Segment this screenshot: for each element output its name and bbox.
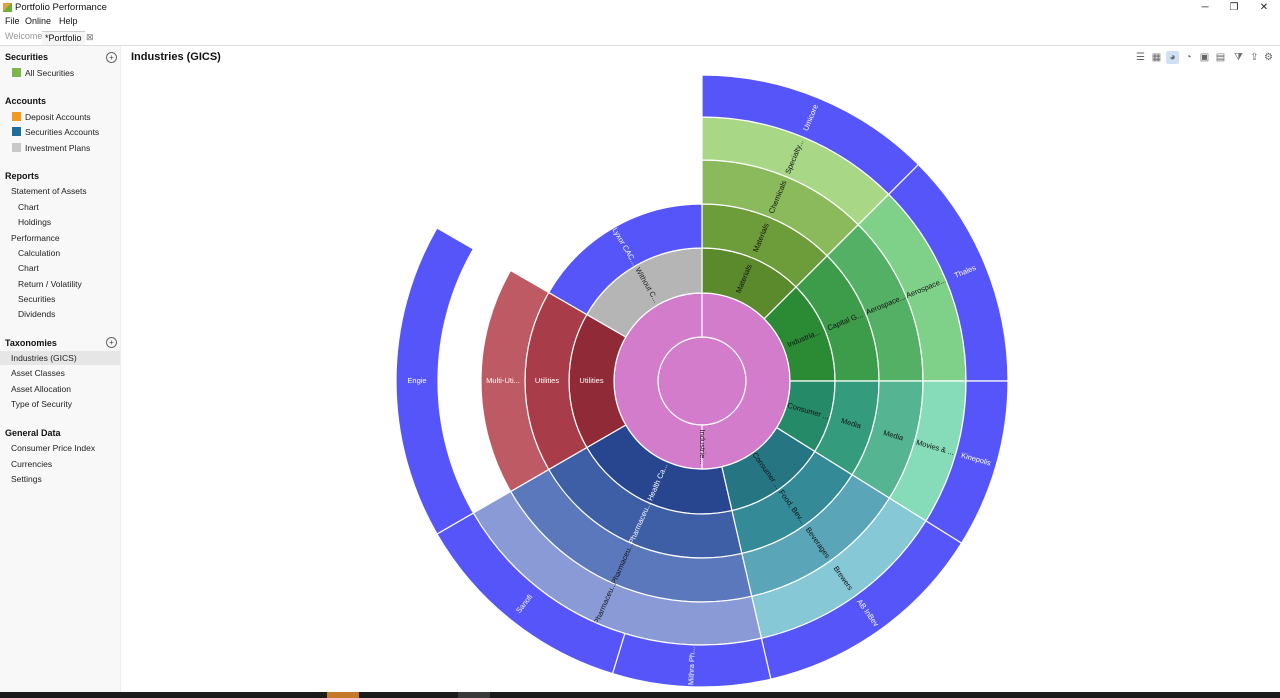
ring-security-label: Mithra Ph... <box>686 646 696 685</box>
menu-bar: File Online Help <box>0 15 1280 29</box>
sidebar-item-statement-of-assets[interactable]: Statement of Assets <box>11 186 87 196</box>
ring-security-label: Engie <box>407 376 426 385</box>
sidebar-header-reports: Reports <box>5 171 40 181</box>
securities-accounts-icon <box>12 127 21 136</box>
window-title: Portfolio Performance <box>15 2 107 13</box>
sidebar-header-accounts: Accounts <box>5 96 47 106</box>
sidebar-header-taxonomies: Taxonomies <box>5 338 57 348</box>
ring-sector-label: Utilities <box>579 376 603 385</box>
sunburst-chart[interactable]: Industrie...MaterialsIndustria...Consume… <box>121 46 1280 692</box>
sidebar-item-performance[interactable]: Performance <box>11 233 60 243</box>
investment-plans-icon <box>12 143 21 152</box>
navigation-sidebar: Securities + All Securities Accounts Dep… <box>0 46 121 692</box>
tab-close-icon[interactable]: ⊠ <box>86 32 94 43</box>
ring-industry-group-label: Utilities <box>535 376 559 385</box>
sidebar-item-holdings[interactable]: Holdings <box>18 217 51 227</box>
ring-industry-label: Multi-Uti... <box>486 376 520 385</box>
tab-portfolio[interactable]: *Portfolio <box>42 31 85 45</box>
sidebar-header-securities: Securities <box>5 52 49 62</box>
taskbar-strip <box>0 692 1280 698</box>
sidebar-item-calculation[interactable]: Calculation <box>18 248 60 258</box>
sidebar-item-investment-plans[interactable]: Investment Plans <box>25 143 90 153</box>
app-logo-icon <box>3 3 12 12</box>
all-securities-icon <box>12 68 21 77</box>
sidebar-item-assets-chart[interactable]: Chart <box>18 202 39 212</box>
sidebar-item-performance-securities[interactable]: Securities <box>18 294 55 304</box>
title-bar: Portfolio Performance ─ ❐ ✕ <box>0 0 1280 15</box>
sidebar-item-settings[interactable]: Settings <box>11 474 42 484</box>
sidebar-item-all-securities[interactable]: All Securities <box>25 68 74 78</box>
minimize-icon[interactable]: ─ <box>1190 0 1220 15</box>
taskbar-item <box>458 692 490 698</box>
sidebar-header-general-data: General Data <box>5 428 61 438</box>
sidebar-item-currencies[interactable]: Currencies <box>11 459 52 469</box>
sidebar-item-deposit-accounts[interactable]: Deposit Accounts <box>25 112 91 122</box>
menu-online[interactable]: Online <box>25 16 51 26</box>
sidebar-item-type-of-security[interactable]: Type of Security <box>11 399 72 409</box>
sidebar-item-industries-gics[interactable]: Industries (GICS) <box>11 353 77 363</box>
sidebar-item-asset-classes[interactable]: Asset Classes <box>11 368 65 378</box>
sidebar-item-asset-allocation[interactable]: Asset Allocation <box>11 384 71 394</box>
close-icon[interactable]: ✕ <box>1249 0 1279 15</box>
add-taxonomy-icon[interactable]: + <box>106 337 117 348</box>
tab-welcome[interactable]: Welcome <box>5 31 42 41</box>
editor-tabs: Welcome *Portfolio <box>0 30 1280 46</box>
deposit-accounts-icon <box>12 112 21 121</box>
add-security-icon[interactable]: + <box>106 52 117 63</box>
taskbar-item <box>327 692 359 698</box>
sidebar-item-securities-accounts[interactable]: Securities Accounts <box>25 127 99 137</box>
sidebar-item-performance-chart[interactable]: Chart <box>18 263 39 273</box>
ring-level-1-label: Industrie... <box>698 429 707 464</box>
sidebar-item-dividends[interactable]: Dividends <box>18 309 55 319</box>
menu-file[interactable]: File <box>5 16 20 26</box>
sidebar-item-consumer-price-index[interactable]: Consumer Price Index <box>11 443 95 453</box>
sidebar-item-return-volatility[interactable]: Return / Volatility <box>18 279 82 289</box>
menu-help[interactable]: Help <box>59 16 78 26</box>
restore-icon[interactable]: ❐ <box>1219 0 1249 15</box>
